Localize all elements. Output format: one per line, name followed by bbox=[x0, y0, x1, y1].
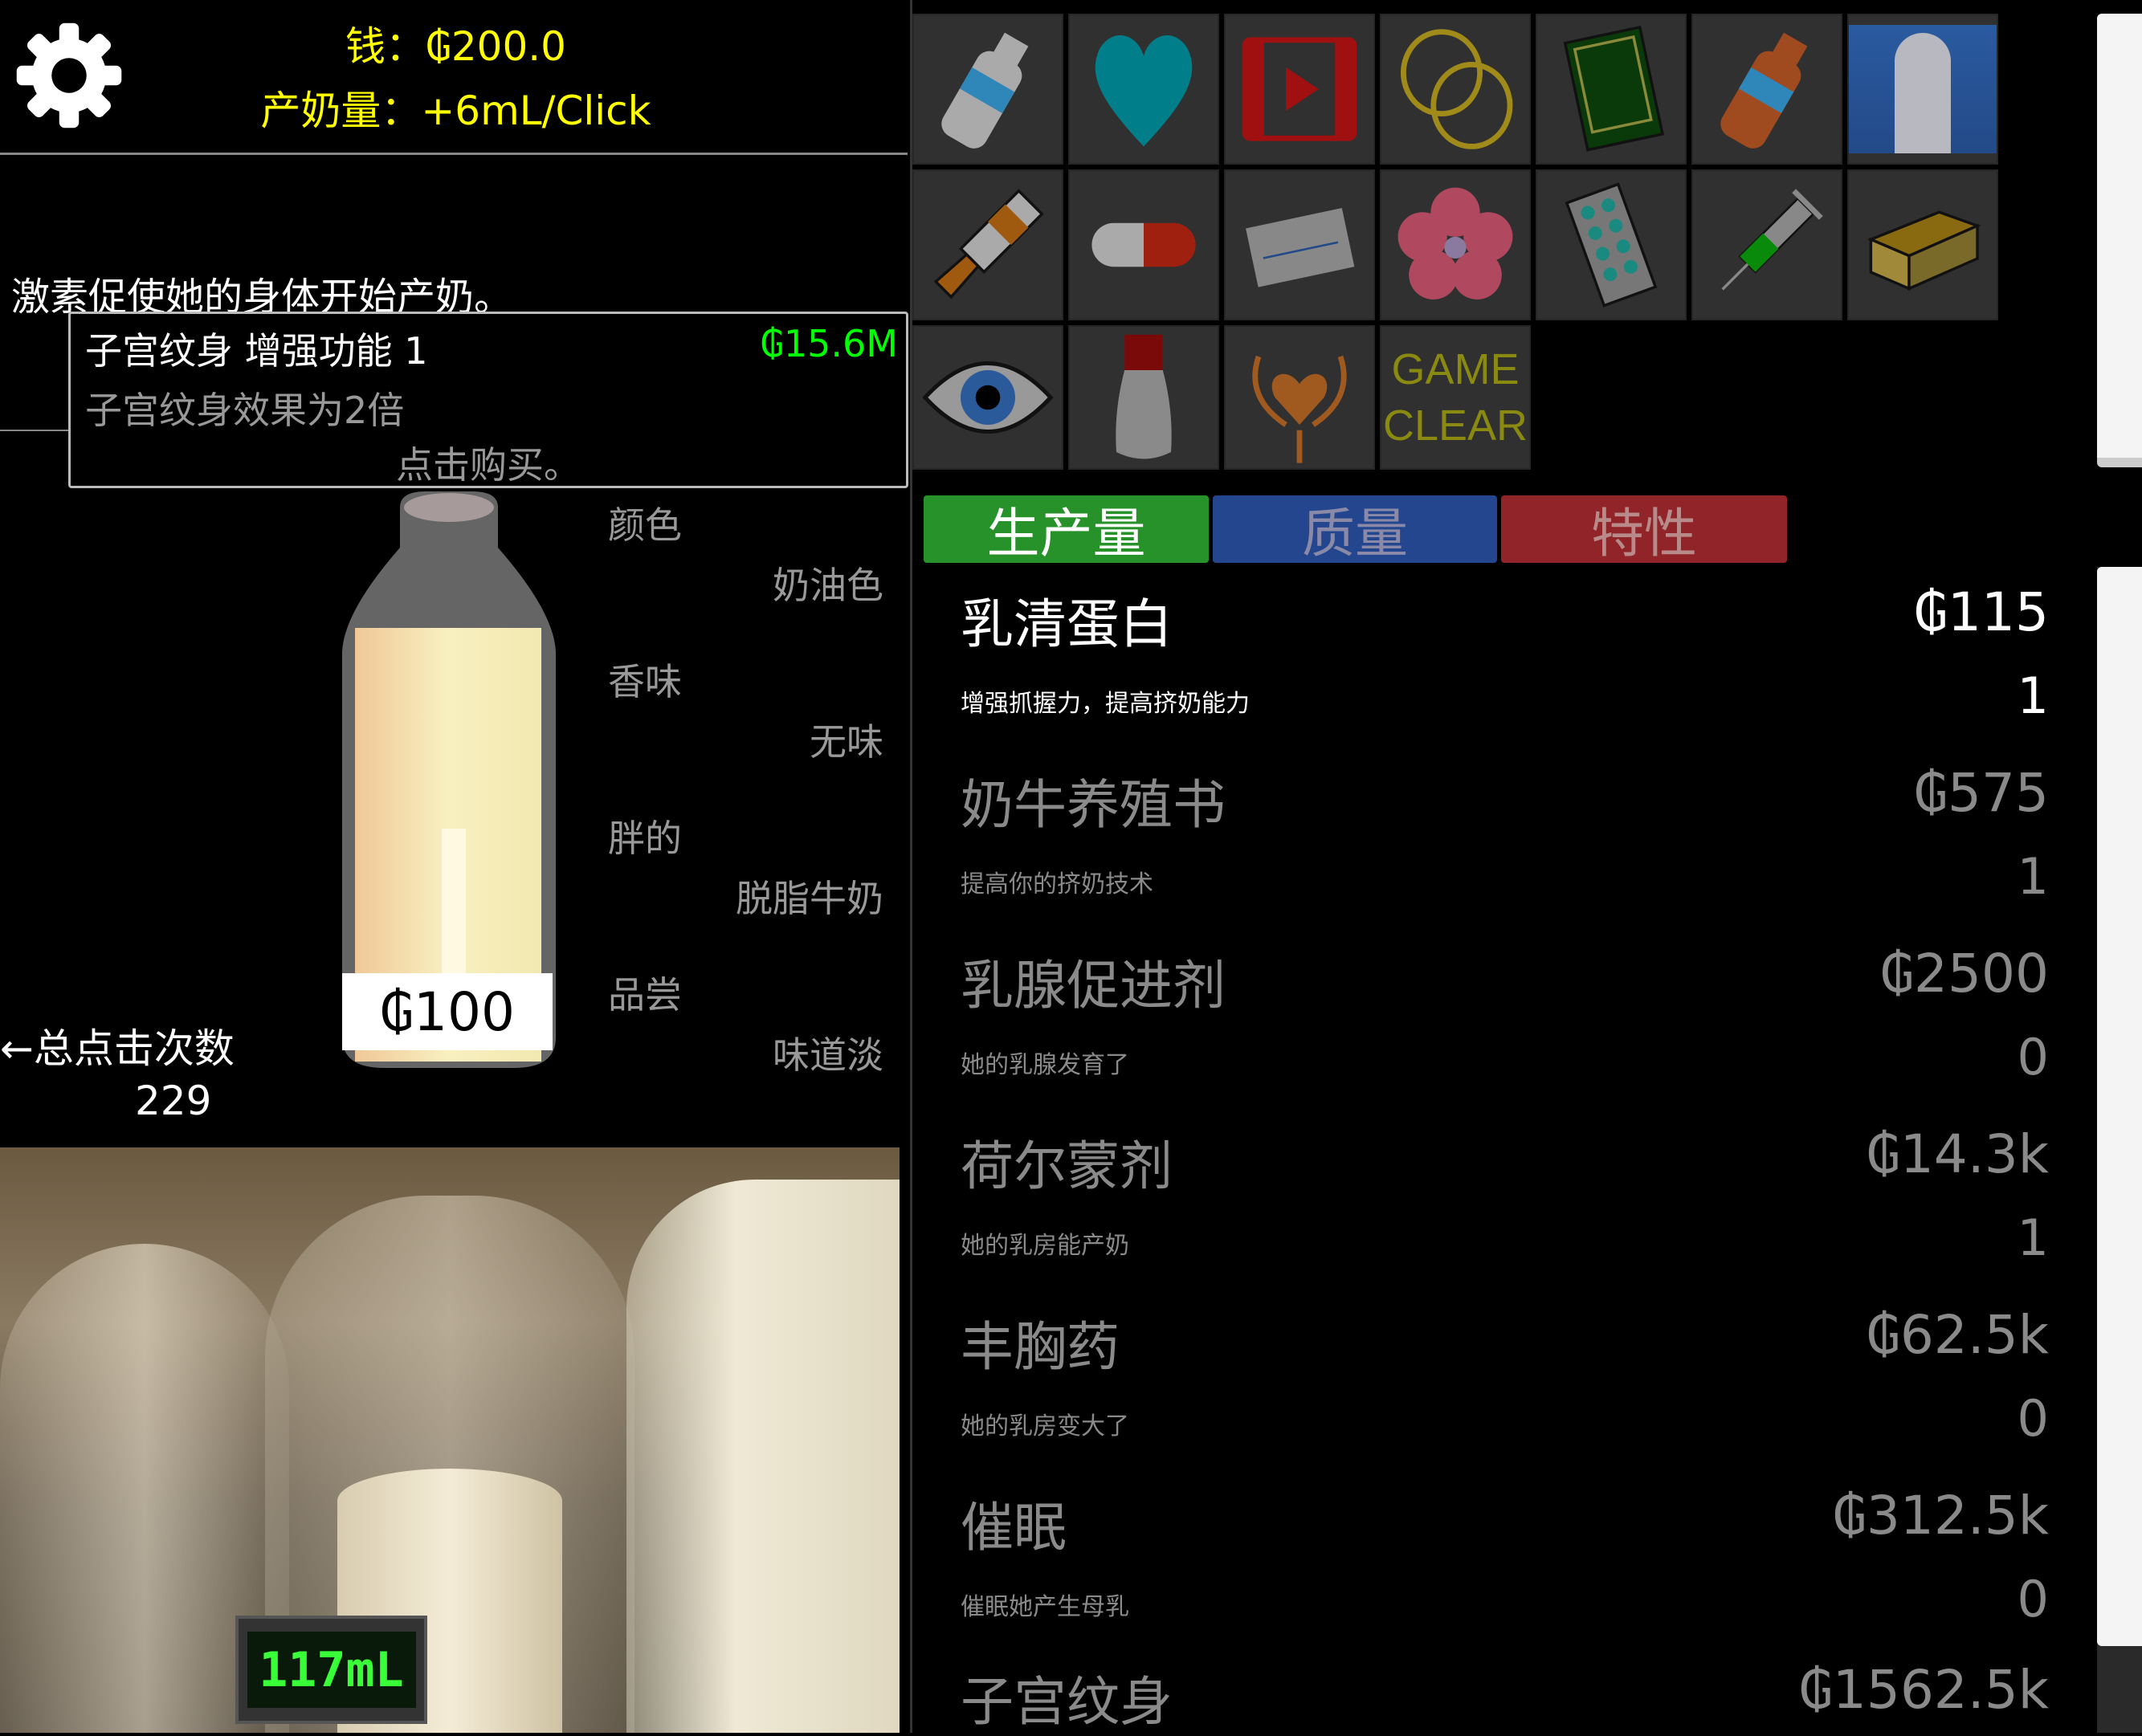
item-slot-milk-bottle[interactable] bbox=[912, 14, 1063, 165]
upgrade-name: 乳腺促进剂 bbox=[961, 955, 1226, 1017]
item-slot-rings[interactable] bbox=[1380, 14, 1531, 165]
header-divider bbox=[0, 153, 908, 155]
attr-value-taste: 味道淡 bbox=[773, 1033, 883, 1077]
list-scrollbar-thumb[interactable] bbox=[2097, 567, 2142, 1646]
upgrade-price: ₲115 bbox=[1914, 581, 2049, 643]
syringe-icon bbox=[1721, 189, 1823, 291]
upgrade-name: 丰胸药 bbox=[961, 1316, 1120, 1378]
attr-label-fat: 胖的 bbox=[608, 817, 682, 860]
upgrade-count: 1 bbox=[2017, 1208, 2049, 1267]
milk-bottle[interactable]: ₲100 bbox=[337, 491, 561, 1070]
bottle-price-tag: ₲100 bbox=[342, 973, 553, 1050]
attr-value-color: 奶油色 bbox=[773, 564, 883, 607]
upgrade-description: 她的乳腺发育了 bbox=[961, 1051, 1129, 1079]
upgrade-price: ₲2500 bbox=[1880, 943, 2049, 1005]
item-slot-box[interactable] bbox=[1847, 169, 1998, 320]
upgrade-count: 1 bbox=[2017, 847, 2049, 906]
item-slot-heart[interactable] bbox=[1068, 14, 1219, 165]
item-slot-powder-bottle[interactable] bbox=[1068, 325, 1219, 470]
tab-production[interactable]: 生产量 bbox=[924, 495, 1209, 564]
game-clear-line-2: CLEAR bbox=[1382, 401, 1528, 450]
total-clicks-label: ←总点击次数 bbox=[0, 1025, 235, 1072]
item-slot-character[interactable] bbox=[1847, 14, 1998, 165]
upgrade-name: 催眠 bbox=[961, 1497, 1067, 1559]
item-slot-chocolate-milk[interactable] bbox=[1691, 14, 1842, 165]
tooltip-price: ₲15.6M bbox=[760, 322, 898, 365]
tooltip-description: 子宫纹身效果为2倍 bbox=[85, 389, 405, 432]
upgrade-count: 0 bbox=[2017, 1389, 2049, 1448]
item-slot-capsule[interactable] bbox=[1068, 169, 1219, 320]
name-card-icon bbox=[1246, 208, 1355, 287]
tab-quality[interactable]: 质量 bbox=[1213, 495, 1497, 564]
tooltip-title: 子宫纹身 增强功能 1 bbox=[85, 329, 428, 373]
item-grid: GAME CLEAR bbox=[912, 14, 2005, 471]
tooltip-action: 点击购买。 bbox=[396, 443, 581, 487]
tab-traits-label: 特性 bbox=[1591, 503, 1697, 564]
upgrade-name: 奶牛养殖书 bbox=[961, 774, 1226, 836]
upgrade-price: ₲62.5k bbox=[1866, 1304, 2049, 1366]
upgrade-description: 她的乳房能产奶 bbox=[961, 1232, 1129, 1260]
grid-scrollbar[interactable] bbox=[2097, 14, 2142, 467]
upgrade-count: 0 bbox=[2017, 1028, 2049, 1086]
attr-label-aroma: 香味 bbox=[608, 660, 682, 703]
upgrade-count: 0 bbox=[2017, 1570, 2049, 1628]
upgrade-name: 子宫纹身 bbox=[961, 1671, 1173, 1733]
character-portrait bbox=[1849, 25, 1997, 153]
book-icon bbox=[1563, 25, 1665, 152]
attr-label-taste: 品尝 bbox=[608, 973, 682, 1017]
item-slot-paint-tube[interactable] bbox=[912, 169, 1063, 320]
chocolate-milk-icon bbox=[1720, 32, 1808, 149]
upgrade-price: ₲312.5k bbox=[1832, 1485, 2049, 1547]
upgrade-description: 她的乳房变大了 bbox=[961, 1412, 1129, 1441]
upgrade-description: 增强抓握力，提高挤奶能力 bbox=[961, 690, 1250, 718]
upgrade-count: 1 bbox=[2017, 666, 2049, 725]
attr-value-fat: 脱脂牛奶 bbox=[736, 877, 883, 920]
volume-readout: 117mL bbox=[247, 1632, 416, 1708]
powder-bottle-icon bbox=[1116, 334, 1172, 459]
milking-scene[interactable]: 117mL bbox=[0, 1147, 900, 1733]
message-divider bbox=[0, 430, 72, 431]
volume-display: 117mL bbox=[235, 1616, 427, 1724]
item-slot-game-clear[interactable]: GAME CLEAR bbox=[1380, 325, 1531, 470]
upgrade-price: ₲575 bbox=[1914, 762, 2049, 824]
tab-quality-label: 质量 bbox=[1302, 503, 1408, 564]
upgrade-price: ₲14.3k bbox=[1866, 1123, 2049, 1185]
box-icon bbox=[1867, 210, 1981, 291]
item-slot-video[interactable] bbox=[1224, 14, 1375, 165]
eye-icon bbox=[922, 361, 1054, 434]
capsule-icon bbox=[1091, 222, 1196, 267]
rings-icon bbox=[1401, 29, 1513, 149]
upgrade-description: 提高你的挤奶技术 bbox=[961, 870, 1153, 899]
paint-tube-icon bbox=[933, 189, 1044, 300]
milk-bottle-icon bbox=[941, 32, 1029, 149]
video-icon bbox=[1242, 37, 1357, 141]
money-display: 钱：₲200.0 bbox=[345, 23, 566, 70]
game-clear-line-1: GAME bbox=[1391, 344, 1520, 393]
item-slot-womb-tattoo[interactable] bbox=[1224, 325, 1375, 470]
tab-traits[interactable]: 特性 bbox=[1501, 495, 1787, 564]
heart-icon bbox=[1095, 35, 1193, 147]
attr-label-color: 颜色 bbox=[608, 503, 682, 547]
item-slot-eye[interactable] bbox=[912, 325, 1063, 470]
glass-bottle-right bbox=[626, 1180, 900, 1733]
item-slot-flower[interactable] bbox=[1380, 169, 1531, 320]
tab-production-label: 生产量 bbox=[986, 503, 1146, 564]
womb-tattoo-icon bbox=[1252, 355, 1347, 463]
upgrade-description: 催眠她产生母乳 bbox=[961, 1593, 1129, 1621]
item-slot-book[interactable] bbox=[1536, 14, 1687, 165]
upgrade-name: 乳清蛋白 bbox=[961, 593, 1173, 655]
production-rate: 产奶量：+6mL/Click bbox=[260, 88, 651, 134]
upgrade-tooltip[interactable]: 子宫纹身 增强功能 1 ₲15.6M 子宫纹身效果为2倍 点击购买。 bbox=[68, 312, 908, 488]
total-clicks-value: 229 bbox=[135, 1078, 212, 1124]
item-slot-name-card[interactable] bbox=[1224, 169, 1375, 320]
pill-pack-icon bbox=[1565, 182, 1658, 308]
flower-icon bbox=[1397, 187, 1513, 300]
upgrade-price: ₲1562.5k bbox=[1798, 1659, 2049, 1721]
item-slot-syringe[interactable] bbox=[1691, 169, 1842, 320]
upgrade-name: 荷尔蒙剂 bbox=[961, 1135, 1173, 1197]
item-slot-pill-pack[interactable] bbox=[1536, 169, 1687, 320]
attr-value-aroma: 无味 bbox=[810, 720, 883, 764]
